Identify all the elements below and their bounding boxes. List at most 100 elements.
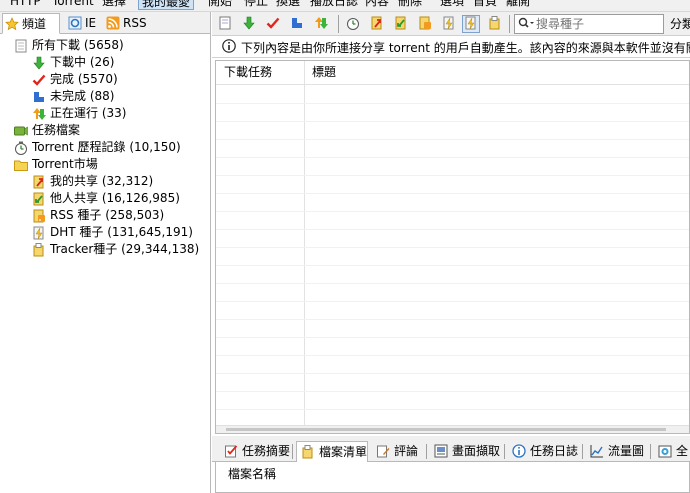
row-divider [216, 355, 689, 356]
others-share-button[interactable] [392, 15, 410, 33]
row-divider [216, 373, 689, 374]
unfinished-icon [290, 16, 304, 33]
tree-my-share[interactable]: 我的共享 (32,312) [32, 173, 153, 190]
row-divider [216, 211, 689, 212]
tab-rss[interactable]: RSS [104, 13, 150, 33]
row-divider [216, 103, 689, 104]
unfinished-filter-button[interactable] [288, 15, 306, 33]
tree-torrent-history[interactable]: Torrent 歷程記錄 (10,150) [14, 139, 181, 156]
file-list-panel[interactable]: 檔案名稱 [215, 462, 690, 493]
completed-check-icon [32, 73, 46, 87]
tab-all[interactable]: 全 [654, 441, 688, 461]
check-icon [266, 16, 280, 33]
menu-home[interactable]: 首頁 [473, 0, 497, 10]
lightning-active-icon [464, 16, 478, 33]
row-divider [216, 391, 689, 392]
column-file-name[interactable]: 檔案名稱 [224, 464, 276, 484]
row-divider [216, 229, 689, 230]
tree-completed[interactable]: 完成 (5570) [32, 71, 118, 88]
rss-icon [106, 16, 120, 30]
tab-separator [504, 444, 505, 459]
info-icon [222, 38, 236, 56]
tab-task-summary[interactable]: 任務摘要 [220, 441, 290, 461]
completed-filter-button[interactable] [264, 15, 282, 33]
download-button[interactable] [240, 15, 258, 33]
tree-unfinished[interactable]: 未完成 (88) [32, 88, 114, 105]
notice-text: 下列內容是由你所連接分享 torrent 的用戶自動產生。該內容的來源與本軟件並… [241, 40, 690, 55]
row-divider [216, 337, 689, 338]
unfinished-icon [32, 90, 46, 104]
menu-http[interactable]: HTTP [10, 0, 41, 10]
new-task-button[interactable] [216, 15, 234, 33]
main-pane: 分類 下列內容是由你所連接分享 torrent 的用戶自動產生。該內容的來源與本… [212, 12, 690, 493]
history-button[interactable] [344, 15, 362, 33]
menu-start[interactable]: 開始 [208, 0, 232, 10]
column-download-task[interactable]: 下載任務 [220, 61, 272, 85]
comment-icon [376, 444, 390, 458]
rss-seed-icon [32, 209, 46, 223]
all-downloads-icon [14, 39, 28, 53]
tree-running[interactable]: 正在運行 (33) [32, 105, 126, 122]
task-log-icon [512, 444, 526, 458]
toolbar-separator [338, 15, 339, 33]
tab-separator [582, 444, 583, 459]
tree-task-files[interactable]: 任務檔案 [14, 122, 80, 139]
tab-screenshot[interactable]: 畫面擷取 [430, 441, 500, 461]
tree-downloading[interactable]: 下載中 (26) [32, 54, 114, 71]
tab-traffic-chart[interactable]: 流量圖 [586, 441, 644, 461]
scrollbar-thumb[interactable] [226, 428, 666, 431]
tree-all-downloads[interactable]: 所有下載 (5658) [14, 37, 124, 54]
star-icon [5, 16, 19, 31]
tab-file-list[interactable]: 檔案清單 [296, 441, 369, 463]
screenshot-icon [434, 444, 448, 458]
row-divider [216, 247, 689, 248]
tab-channels[interactable]: 頻道 [2, 13, 60, 34]
menu-stop[interactable]: 停止 [244, 0, 268, 10]
search-icon [518, 17, 534, 32]
history-icon [14, 141, 28, 155]
rss-seeds-button[interactable] [416, 15, 434, 33]
menu-favorites[interactable]: 我的最愛 [138, 0, 195, 10]
sidebar: 頻道 IE RSS 所有下載 (5658) 下載中 (26) 完成 (5570)… [0, 12, 211, 493]
menu-torrent[interactable]: Torrent [52, 0, 94, 10]
tracker-seeds-button[interactable] [462, 15, 480, 33]
menu-log[interactable]: 播放日誌 [310, 0, 358, 10]
menu-select[interactable]: 選擇 [102, 0, 126, 10]
list-header: 下載任務 標題 [216, 61, 689, 85]
tracker-icon [488, 15, 502, 33]
dht-seeds-button[interactable] [440, 15, 458, 33]
my-share-icon [370, 16, 384, 33]
summary-icon [224, 444, 238, 458]
menu-bar: HTTP Torrent 選擇 我的最愛 開始 停止 換選 播放日誌 內容 刪除… [0, 0, 690, 12]
tree-tracker-seeds[interactable]: Tracker種子 (29,344,138) [32, 241, 199, 258]
search-input[interactable] [536, 17, 651, 31]
tree-torrent-market[interactable]: Torrent市場 [14, 156, 98, 173]
menu-exit[interactable]: 離開 [506, 0, 530, 10]
tab-task-log[interactable]: 任務日誌 [508, 441, 578, 461]
menu-content[interactable]: 內容 [365, 0, 389, 10]
menu-delete[interactable]: 刪除 [398, 0, 422, 10]
notice-bar: 下列內容是由你所連接分享 torrent 的用戶自動產生。該內容的來源與本軟件並… [212, 37, 690, 58]
horizontal-scrollbar[interactable] [216, 425, 689, 433]
menu-reselect[interactable]: 換選 [276, 0, 300, 10]
row-divider [216, 121, 689, 122]
my-share-button[interactable] [368, 15, 386, 33]
all-icon [658, 444, 672, 458]
download-arrow-icon [242, 16, 256, 33]
column-title[interactable]: 標題 [308, 61, 336, 85]
tree-dht-seeds[interactable]: DHT 種子 (131,645,191) [32, 224, 193, 241]
category-label[interactable]: 分類 [670, 15, 690, 33]
tree-others-share[interactable]: 他人共享 (16,126,985) [32, 190, 180, 207]
dht-seed-icon [32, 226, 46, 240]
row-divider [216, 319, 689, 320]
tab-comments[interactable]: 評論 [372, 441, 418, 461]
up-down-arrows-icon [314, 16, 328, 33]
running-filter-button[interactable] [312, 15, 330, 33]
tracker-button[interactable] [486, 15, 504, 33]
search-box[interactable] [514, 14, 664, 34]
tab-ie[interactable]: IE [66, 13, 102, 33]
menu-options[interactable]: 選項 [440, 0, 464, 10]
tree-rss-seeds[interactable]: RSS 種子 (258,503) [32, 207, 164, 224]
task-list[interactable]: 下載任務 標題 [215, 60, 690, 434]
row-divider [216, 409, 689, 410]
